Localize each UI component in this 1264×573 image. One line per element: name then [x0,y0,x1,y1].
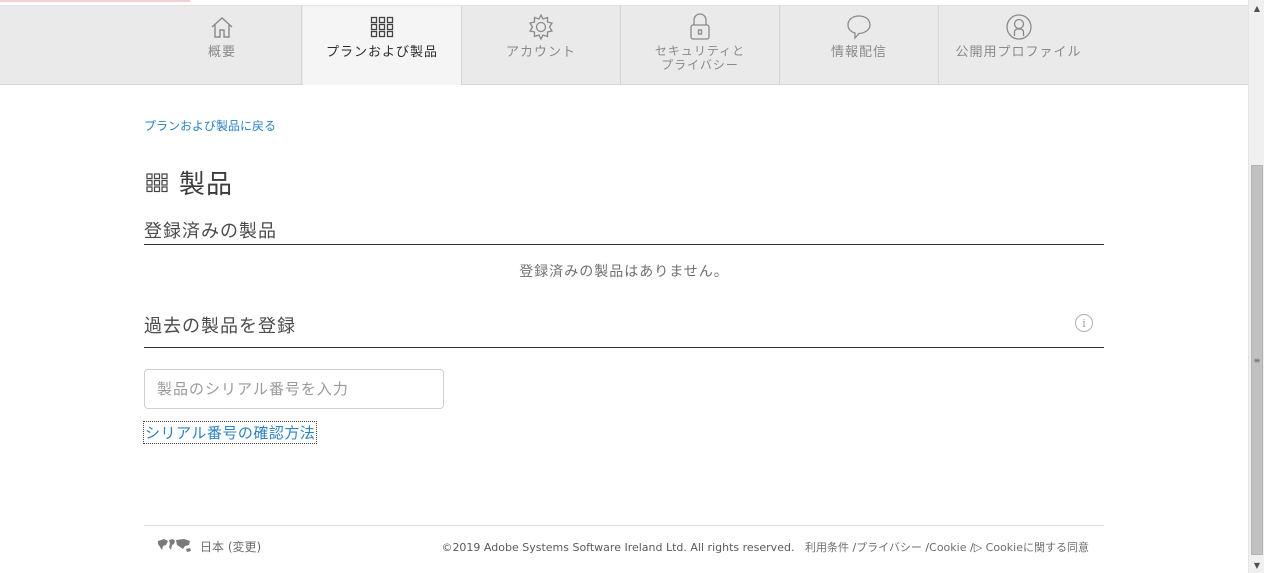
lock-icon [685,12,715,42]
nav-overview[interactable]: 概要 [143,6,302,85]
nav-security-line1: セキュリティと [654,44,746,58]
footer-divider [144,525,1104,526]
divider [144,244,1104,245]
nav-communications-label: 情報配信 [830,45,887,60]
world-map-icon [156,537,194,555]
cookie-link[interactable]: Cookie [929,541,966,554]
back-to-plans-link[interactable]: プランおよび製品に戻る [144,117,276,134]
nav-security-privacy[interactable]: セキュリティと プライバシー [621,6,780,85]
find-serial-number-link[interactable]: シリアル番号の確認方法 [142,421,318,444]
grid-icon [367,12,397,42]
vertical-scrollbar[interactable]: ▲ ≡ ▼ [1248,0,1264,573]
page-title-text: 製品 [179,170,234,200]
nav-public-profile-label: 公開用プロファイル [955,45,1082,60]
info-icon[interactable]: i [1075,314,1093,332]
scroll-up-arrow-icon[interactable]: ▲ [1249,0,1264,16]
gear-icon [526,12,556,42]
nav-account[interactable]: アカウント [462,6,621,85]
no-products-message: 登録済みの製品はありません。 [519,264,729,280]
region-selector[interactable]: 日本 (変更) [156,537,261,555]
nav-security-line2: プライバシー [661,58,739,72]
nav-account-label: アカウント [505,45,576,60]
nav-security-privacy-label: セキュリティと プライバシー [621,44,779,72]
serial-number-input[interactable] [144,369,444,409]
chat-bubble-icon [844,12,874,42]
cookie-consent-link[interactable]: Cookieに関する同意 [986,541,1089,554]
nav-plans-products[interactable]: プランおよび製品 [303,6,462,85]
user-profile-icon [1004,12,1034,42]
scroll-thumb[interactable]: ≡ [1251,165,1263,555]
terms-link[interactable]: 利用条件 [805,541,849,554]
ad-choices-icon: ▷ [973,541,983,554]
privacy-link[interactable]: プライバシー [856,541,922,554]
home-icon [207,12,237,42]
footer: 日本 (変更) ©2019 Adobe Systems Software Ire… [144,537,1104,557]
page-title: 製品 [146,164,233,201]
loading-bar [0,0,190,2]
registered-products-heading: 登録済みの製品 [144,221,277,242]
scroll-down-arrow-icon[interactable]: ▼ [1249,557,1264,573]
divider [144,347,1104,348]
nav-plans-products-label: プランおよび製品 [325,45,438,60]
copyright-text: ©2019 Adobe Systems Software Ireland Ltd… [441,541,795,554]
region-label: 日本 (変更) [200,539,262,554]
nav-communications[interactable]: 情報配信 [780,6,939,85]
register-past-product-heading: 過去の製品を登録 [144,316,296,337]
account-nav: 概要 プランおよび製品 アカウント セキュリティと プライバシー 情報配信 公開… [0,6,1248,85]
nav-public-profile[interactable]: 公開用プロファイル [939,6,1098,85]
products-grid-icon [146,173,168,195]
copyright-line: ©2019 Adobe Systems Software Ireland Ltd… [441,541,1089,554]
nav-overview-label: 概要 [207,45,236,60]
